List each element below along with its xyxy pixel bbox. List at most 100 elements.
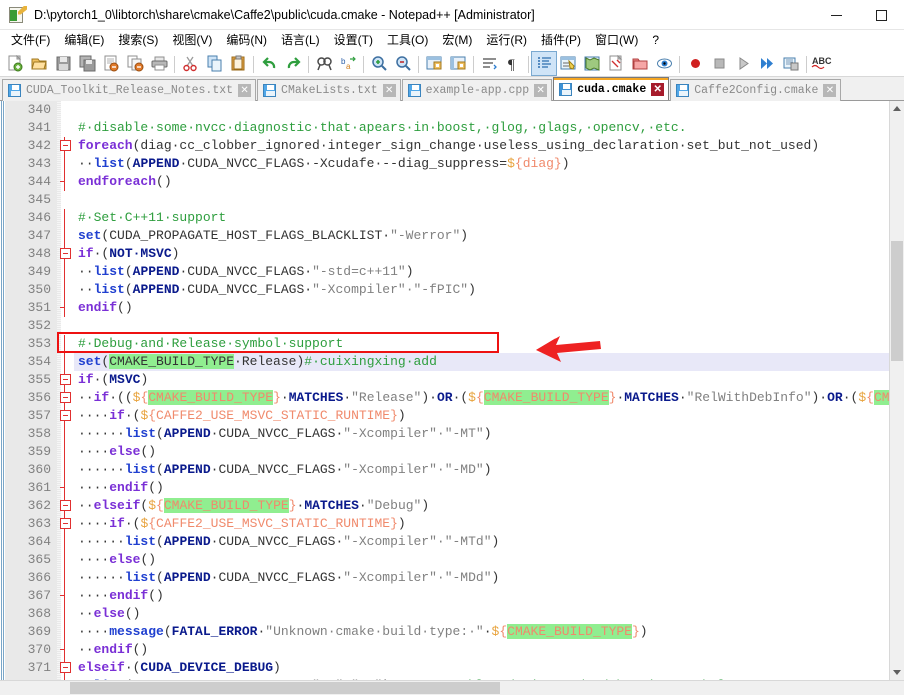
menu-plugins[interactable]: 插件(P)	[534, 31, 588, 50]
close-icon[interactable]: ✕	[823, 84, 837, 97]
vertical-scroll-thumb[interactable]	[891, 241, 903, 361]
code-line[interactable]: ······list(APPEND·CUDA_NVCC_FLAGS·"-Xcom…	[74, 533, 889, 551]
menu-language[interactable]: 语言(L)	[274, 31, 327, 50]
fold-marker[interactable]	[57, 371, 74, 389]
stop-recording-icon[interactable]	[707, 52, 731, 75]
indent-guide-icon[interactable]	[531, 51, 557, 76]
close-icon[interactable]: ✕	[382, 84, 396, 97]
playback-icon[interactable]	[731, 52, 755, 75]
paste-icon[interactable]	[226, 52, 250, 75]
code-line[interactable]: #·Set·C++11·support	[74, 209, 889, 227]
function-list-icon[interactable]	[604, 52, 628, 75]
menu-view[interactable]: 视图(V)	[165, 31, 219, 50]
close-file-icon[interactable]	[99, 52, 123, 75]
tab-cmakelists[interactable]: CMakeLists.txt ✕	[257, 79, 401, 101]
code-line[interactable]: ····if·(${CAFFE2_USE_MSVC_STATIC_RUNTIME…	[74, 515, 889, 533]
code-line[interactable]: ··list(APPEND·CUDA_NVCC_FLAGS·"-std=c++1…	[74, 263, 889, 281]
code-line[interactable]: ··else()	[74, 605, 889, 623]
save-all-icon[interactable]	[75, 52, 99, 75]
spell-check-icon[interactable]: ABC	[810, 52, 834, 75]
fold-collapse-icon[interactable]	[60, 662, 71, 673]
code-line[interactable]: if·(MSVC)	[74, 371, 889, 389]
find-icon[interactable]	[312, 52, 336, 75]
code-line[interactable]: set(CMAKE_BUILD_TYPE·Release)#·cuixingxi…	[74, 353, 889, 371]
code-line[interactable]: set(CUDA_PROPAGATE_HOST_FLAGS_BLACKLIST·…	[74, 227, 889, 245]
save-macro-icon[interactable]	[779, 52, 803, 75]
close-icon[interactable]: ✕	[238, 84, 252, 97]
tab-example-app[interactable]: example-app.cpp ✕	[401, 79, 553, 101]
fold-collapse-icon[interactable]	[60, 374, 71, 385]
menu-file[interactable]: 文件(F)	[4, 31, 57, 50]
tab-caffe2config[interactable]: Caffe2Config.cmake ✕	[670, 79, 842, 101]
code-line[interactable]: foreach(diag·cc_clobber_ignored·integer_…	[74, 137, 889, 155]
cut-icon[interactable]	[178, 52, 202, 75]
new-file-icon[interactable]	[3, 52, 27, 75]
code-line[interactable]: ··elseif(${CMAKE_BUILD_TYPE}·MATCHES·"De…	[74, 497, 889, 515]
code-folding-margin[interactable]	[57, 101, 74, 680]
fold-collapse-icon[interactable]	[60, 500, 71, 511]
tab-cuda-toolkit-release-notes[interactable]: CUDA_Toolkit_Release_Notes.txt ✕	[2, 79, 257, 101]
print-icon[interactable]	[147, 52, 171, 75]
code-text-area[interactable]: #·disable·some·nvcc·diagnostic·that·apea…	[74, 101, 889, 680]
minimize-button[interactable]	[814, 0, 859, 30]
menu-run[interactable]: 运行(R)	[479, 31, 534, 50]
code-line[interactable]: endforeach()	[74, 173, 889, 191]
sync-horizontal-scroll-icon[interactable]	[446, 52, 470, 75]
undo-icon[interactable]	[257, 52, 281, 75]
code-line[interactable]: elseif·(CUDA_DEVICE_DEBUG)	[74, 659, 889, 677]
fold-marker[interactable]	[57, 659, 74, 677]
zoom-out-icon[interactable]	[391, 52, 415, 75]
open-file-icon[interactable]	[27, 52, 51, 75]
horizontal-scrollbar[interactable]	[0, 680, 904, 695]
code-line[interactable]: ····message(FATAL_ERROR ·"Unknown·cmake·b…	[74, 623, 889, 641]
code-line[interactable]: ··if·((${CMAKE_BUILD_TYPE}·MATCHES·"Rele…	[74, 389, 889, 407]
copy-icon[interactable]	[202, 52, 226, 75]
show-all-characters-icon[interactable]: ¶	[501, 52, 525, 75]
menu-tools[interactable]: 工具(O)	[380, 31, 435, 50]
maximize-button[interactable]	[859, 0, 904, 30]
monitoring-icon[interactable]	[652, 52, 676, 75]
close-icon[interactable]: ✕	[651, 82, 665, 96]
fold-collapse-icon[interactable]	[60, 392, 71, 403]
sync-vertical-scroll-icon[interactable]	[422, 52, 446, 75]
save-icon[interactable]	[51, 52, 75, 75]
code-line[interactable]: ······list(APPEND·CUDA_NVCC_FLAGS·"-Xcom…	[74, 461, 889, 479]
scroll-down-arrow-icon[interactable]	[890, 665, 904, 680]
menu-encoding[interactable]: 编码(N)	[219, 31, 274, 50]
fold-marker[interactable]	[57, 245, 74, 263]
vertical-scrollbar[interactable]	[889, 101, 904, 680]
code-line[interactable]	[74, 101, 889, 119]
close-icon[interactable]: ✕	[534, 84, 548, 97]
code-line[interactable]	[74, 191, 889, 209]
fold-collapse-icon[interactable]	[60, 248, 71, 259]
fold-marker[interactable]	[57, 497, 74, 515]
tab-cuda-cmake[interactable]: cuda.cmake ✕	[553, 77, 670, 100]
fold-marker[interactable]	[57, 515, 74, 533]
code-line[interactable]: ··list(APPEND·CUDA_NVCC_FLAGS·-Xcudafe·-…	[74, 155, 889, 173]
fold-collapse-icon[interactable]	[60, 518, 71, 529]
editor-area[interactable]: 340 341 342 343 344 345 346 347 348 349 350 351 352 3…	[0, 101, 904, 680]
folder-as-workspace-icon[interactable]	[628, 52, 652, 75]
document-map-icon[interactable]	[580, 52, 604, 75]
code-line[interactable]: ····if·(${CAFFE2_USE_MSVC_STATIC_RUNTIME…	[74, 407, 889, 425]
record-macro-icon[interactable]	[683, 52, 707, 75]
code-line[interactable]: ··list(APPEND·CUDA_NVCC_FLAGS·"-Xcompile…	[74, 281, 889, 299]
fold-marker[interactable]	[57, 389, 74, 407]
code-line[interactable]: endif()	[74, 299, 889, 317]
redo-icon[interactable]	[281, 52, 305, 75]
menu-help[interactable]: ?	[645, 31, 666, 50]
replace-icon[interactable]: ba	[336, 52, 360, 75]
code-line[interactable]: ····else()	[74, 443, 889, 461]
menu-edit[interactable]: 编辑(E)	[57, 31, 111, 50]
fold-collapse-icon[interactable]	[60, 140, 71, 151]
code-line[interactable]: ······list(APPEND·CUDA_NVCC_FLAGS·"-Xcom…	[74, 425, 889, 443]
code-line[interactable]: ····endif()	[74, 587, 889, 605]
fold-collapse-icon[interactable]	[60, 410, 71, 421]
menu-macro[interactable]: 宏(M)	[435, 31, 479, 50]
zoom-in-icon[interactable]	[367, 52, 391, 75]
close-all-icon[interactable]	[123, 52, 147, 75]
code-line[interactable]: ··endif()	[74, 641, 889, 659]
code-line[interactable]: ····else()	[74, 551, 889, 569]
menu-settings[interactable]: 设置(T)	[327, 31, 380, 50]
code-line[interactable]: ····endif()	[74, 479, 889, 497]
